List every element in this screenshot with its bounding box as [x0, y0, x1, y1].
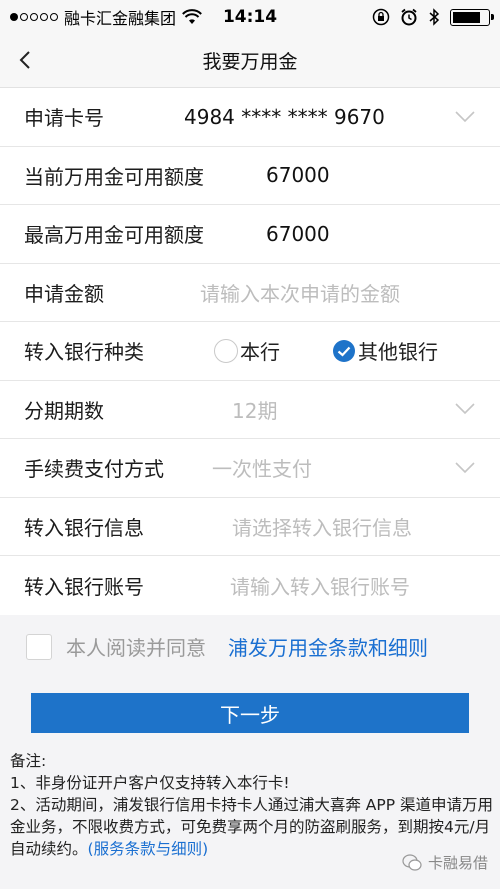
nav-bar: 我要万用金	[0, 34, 500, 88]
status-bar: 融卡汇金融集团 14:14	[0, 0, 500, 34]
bank-info-select[interactable]: 请选择转入银行信息	[232, 512, 412, 541]
max-limit-row: 最高万用金可用额度 67000	[0, 205, 500, 264]
next-step-button[interactable]: 下一步	[31, 693, 469, 733]
bank-account-label: 转入银行账号	[24, 574, 144, 599]
chevron-down-icon[interactable]	[454, 110, 476, 124]
battery-fill	[453, 11, 481, 23]
amount-input[interactable]: 请输入本次申请的金额	[200, 278, 400, 307]
chevron-down-icon[interactable]	[454, 402, 476, 416]
wifi-icon	[182, 9, 202, 24]
radio-own-bank[interactable]: 本行	[214, 336, 280, 365]
status-right	[372, 8, 494, 26]
notes-line-2: 2、活动期间，浦发银行信用卡持卡人通过浦大喜奔 APP 渠道申请万用金业务，不限…	[10, 794, 495, 860]
bank-type-label: 转入银行种类	[24, 340, 144, 365]
installments-row[interactable]: 分期期数 12期	[0, 381, 500, 439]
card-number-label: 申请卡号	[24, 106, 104, 131]
radio-other-bank-label: 其他银行	[358, 340, 438, 365]
radio-other-bank[interactable]: 其他银行	[332, 336, 438, 365]
bank-account-input[interactable]: 请输入转入银行账号	[230, 571, 410, 600]
bluetooth-icon	[429, 8, 440, 26]
bank-type-radio-group: 本行 其他银行	[214, 336, 438, 365]
notes-section: 备注: 1、非身份证开户客户仅支持转入本行卡! 2、活动期间，浦发银行信用卡持卡…	[10, 750, 495, 860]
radio-unchecked-icon[interactable]	[214, 338, 238, 363]
agreement-checkbox[interactable]	[26, 633, 52, 660]
installments-label: 分期期数	[24, 398, 104, 423]
status-left: 融卡汇金融集团	[10, 5, 202, 29]
max-limit-label: 最高万用金可用额度	[24, 223, 204, 248]
watermark-text: 卡融易借	[427, 854, 488, 872]
current-limit-value: 67000	[266, 163, 330, 188]
bank-info-label: 转入银行信息	[24, 515, 144, 540]
battery-icon	[450, 8, 494, 26]
radio-own-bank-label: 本行	[240, 340, 280, 365]
alarm-icon	[401, 8, 417, 26]
bank-account-row[interactable]: 转入银行账号 请输入转入银行账号	[0, 556, 500, 615]
max-limit-value: 67000	[266, 221, 330, 246]
bank-type-row: 转入银行种类 本行 其他银行	[0, 322, 500, 381]
back-arrow-icon[interactable]	[14, 48, 38, 72]
fee-method-label: 手续费支付方式	[24, 457, 164, 482]
notes-line-1: 1、非身份证开户客户仅支持转入本行卡!	[10, 774, 290, 792]
card-number-value: 4984 **** **** 9670	[184, 104, 385, 129]
wechat-icon	[402, 853, 422, 871]
service-terms-link[interactable]: (服务条款与细则)	[88, 840, 209, 858]
carrier-name: 融卡汇金融集团	[64, 9, 177, 28]
amount-row[interactable]: 申请金额 请输入本次申请的金额	[0, 264, 500, 322]
notes-title: 备注:	[10, 752, 47, 770]
agreement-terms-link[interactable]: 浦发万用金条款和细则	[228, 632, 428, 661]
agreement-text: 本人阅读并同意	[66, 636, 206, 660]
installments-select[interactable]: 12期	[232, 395, 277, 424]
fee-method-select[interactable]: 一次性支付	[212, 453, 312, 482]
orientation-lock-icon	[372, 8, 390, 26]
application-form: 申请卡号 4984 **** **** 9670 当前万用金可用额度 67000…	[0, 88, 500, 615]
current-limit-label: 当前万用金可用额度	[24, 164, 204, 189]
notes-line-2-text: 2、活动期间，浦发银行信用卡持卡人通过浦大喜奔 APP 渠道申请万用金业务，不限…	[10, 796, 494, 858]
bank-info-row[interactable]: 转入银行信息 请选择转入银行信息	[0, 498, 500, 556]
agreement-row: 本人阅读并同意 浦发万用金条款和细则	[0, 615, 500, 679]
watermark: 卡融易借	[402, 852, 488, 873]
fee-method-row[interactable]: 手续费支付方式 一次性支付	[0, 439, 500, 498]
card-number-row[interactable]: 申请卡号 4984 **** **** 9670	[0, 88, 500, 147]
page-title: 我要万用金	[202, 51, 298, 73]
chevron-down-icon[interactable]	[454, 461, 476, 475]
signal-icon	[10, 13, 58, 21]
radio-checked-icon[interactable]	[332, 339, 356, 363]
amount-label: 申请金额	[24, 281, 104, 306]
current-limit-row: 当前万用金可用额度 67000	[0, 147, 500, 205]
